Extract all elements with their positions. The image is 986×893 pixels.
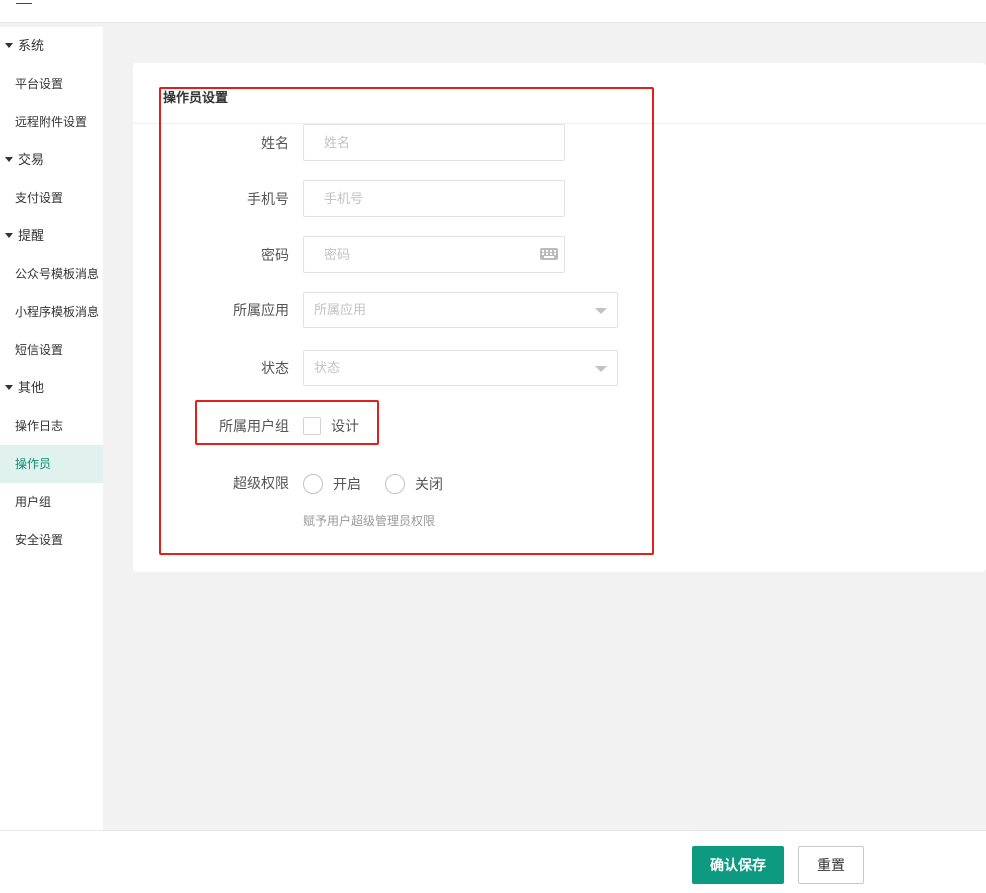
top-bar [0,0,986,23]
menu-toggle-icon[interactable] [16,0,32,8]
highlight-box-form [159,87,654,555]
sidebar-group-label: 系统 [18,38,45,53]
sidebar-item-sms-settings[interactable]: 短信设置 [0,331,103,369]
caret-down-icon [5,233,13,239]
sidebar-item-remote-attachment[interactable]: 远程附件设置 [0,103,103,141]
sidebar-group-trade[interactable]: 交易 [0,141,103,179]
sidebar-item-miniprogram-template[interactable]: 小程序模板消息 [0,293,103,331]
sidebar-group-other[interactable]: 其他 [0,369,103,407]
caret-down-icon [5,43,13,49]
footer-bar: 确认保存 重置 [0,830,986,893]
sidebar-group-label: 交易 [18,152,45,167]
sidebar-group-system[interactable]: 系统 [0,27,103,65]
sidebar-item-security-settings[interactable]: 安全设置 [0,521,103,559]
sidebar-group-label: 其他 [18,380,45,395]
sidebar-item-payment-settings[interactable]: 支付设置 [0,179,103,217]
reset-button[interactable]: 重置 [798,846,864,884]
sidebar-item-official-account-template[interactable]: 公众号模板消息 [0,255,103,293]
sidebar-item-platform-settings[interactable]: 平台设置 [0,65,103,103]
sidebar: 系统 平台设置 远程附件设置 交易 支付设置 提醒 公众号模板消息 小程序模板消… [0,27,103,830]
sidebar-item-operator[interactable]: 操作员 [0,445,103,483]
caret-down-icon [5,157,13,163]
confirm-save-button[interactable]: 确认保存 [692,846,784,884]
sidebar-group-label: 提醒 [18,228,45,243]
caret-down-icon [5,385,13,391]
sidebar-item-operation-log[interactable]: 操作日志 [0,407,103,445]
sidebar-item-user-group[interactable]: 用户组 [0,483,103,521]
highlight-box-user-group [195,400,379,445]
sidebar-group-reminder[interactable]: 提醒 [0,217,103,255]
